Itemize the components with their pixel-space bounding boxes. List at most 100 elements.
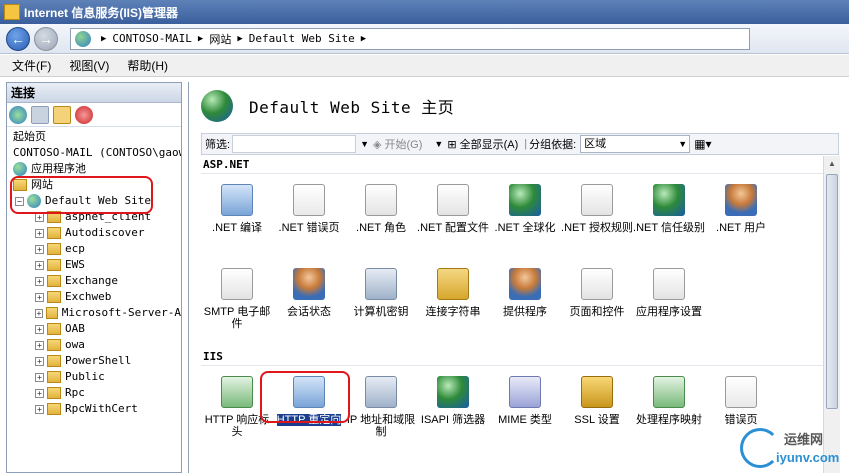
tree-child-8[interactable]: + owa xyxy=(7,337,181,353)
expand-icon[interactable]: + xyxy=(35,388,44,398)
feature-connection-string[interactable]: 连接字符串 xyxy=(417,264,489,348)
feature-trust[interactable]: .NET 信任级别 xyxy=(633,180,705,264)
breadcrumb[interactable]: ▶ CONTOSO-MAIL ▶ 网站 ▶ Default Web Site ▶ xyxy=(70,27,750,50)
ip-restrict-icon xyxy=(365,376,397,408)
feature-label: 计算机密钥 xyxy=(353,306,409,318)
group-by-select[interactable]: 区域 ▼ xyxy=(580,135,691,153)
connect-icon[interactable] xyxy=(9,105,27,124)
feature-label: .NET 配置文件 xyxy=(417,222,489,234)
expand-icon[interactable]: + xyxy=(35,340,44,350)
tree-start-page[interactable]: 起始页 xyxy=(7,129,181,145)
feature-roles[interactable]: .NET 角色 xyxy=(345,180,417,264)
feature-profile[interactable]: .NET 配置文件 xyxy=(417,180,489,264)
view-mode-icon[interactable]: ▦▾ xyxy=(694,137,711,151)
forward-button[interactable]: → xyxy=(34,26,58,51)
feature-ip-restrict[interactable]: IP 地址和域限制 xyxy=(345,372,417,456)
tree-child-2[interactable]: + ecp xyxy=(7,241,181,257)
disconnect-icon[interactable] xyxy=(75,105,93,124)
feature-machine-key[interactable]: 计算机密钥 xyxy=(345,264,417,348)
group-header-1[interactable]: IIS xyxy=(201,348,823,366)
feature-error-page[interactable]: .NET 错误页 xyxy=(273,180,345,264)
menu-help[interactable]: 帮助(H) xyxy=(127,57,168,74)
feature-handler[interactable]: 处理程序映射 xyxy=(633,372,705,456)
start-dropdown-icon[interactable]: ▼ xyxy=(434,139,443,149)
tree-child-9[interactable]: + PowerShell xyxy=(7,353,181,369)
ssl-icon xyxy=(581,376,613,408)
expand-icon[interactable]: + xyxy=(35,292,44,302)
connection-string-icon xyxy=(437,268,469,300)
feature-providers[interactable]: 提供程序 xyxy=(489,264,561,348)
menu-view[interactable]: 视图(V) xyxy=(69,57,109,74)
compile-icon xyxy=(221,184,253,216)
feature-authorization[interactable]: .NET 授权规则 xyxy=(561,180,633,264)
feature-label: 应用程序设置 xyxy=(636,306,702,318)
users-icon xyxy=(725,184,757,216)
tree-child-7[interactable]: + OAB xyxy=(7,321,181,337)
error-page-icon xyxy=(293,184,325,216)
tree-child-6[interactable]: + Microsoft-Server-A xyxy=(7,305,181,321)
site-globe-icon-large xyxy=(201,90,233,122)
expand-icon[interactable]: + xyxy=(35,244,44,254)
show-all-button[interactable]: ⊞ 全部显示(A) xyxy=(447,136,518,152)
watermark: 运维网 iyunv.com xyxy=(740,426,849,473)
feature-label: .NET 授权规则 xyxy=(561,222,633,234)
tree-child-10[interactable]: + Public xyxy=(7,369,181,385)
feature-globalization[interactable]: .NET 全球化 xyxy=(489,180,561,264)
watermark-logo-icon xyxy=(740,428,780,468)
tree-child-11[interactable]: + Rpc xyxy=(7,385,181,401)
feature-label: 会话状态 xyxy=(287,306,331,318)
folder-icon xyxy=(47,291,61,303)
menu-file[interactable]: 文件(F) xyxy=(12,57,51,74)
feature-isapi[interactable]: ISAPI 筛选器 xyxy=(417,372,489,456)
save-icon[interactable] xyxy=(31,105,49,124)
pages-controls-icon xyxy=(581,268,613,300)
up-folder-icon[interactable] xyxy=(53,105,71,124)
tree-app-pools[interactable]: 应用程序池 xyxy=(7,161,181,177)
window-title: Internet 信息服务(IIS)管理器 xyxy=(24,5,179,20)
feature-label: .NET 编译 xyxy=(212,222,262,234)
expand-icon[interactable]: + xyxy=(35,372,44,382)
back-button[interactable]: ← xyxy=(6,26,30,51)
scroll-up-icon[interactable]: ▲ xyxy=(824,156,840,172)
folder-icon xyxy=(47,323,61,335)
tree-child-12[interactable]: + RpcWithCert xyxy=(7,401,181,417)
feature-app-settings[interactable]: 应用程序设置 xyxy=(633,264,705,348)
feature-users[interactable]: .NET 用户 xyxy=(705,180,777,264)
tree-child-4[interactable]: + Exchange xyxy=(7,273,181,289)
handler-icon xyxy=(653,376,685,408)
feature-ssl[interactable]: SSL 设置 xyxy=(561,372,633,456)
group-header-0[interactable]: ASP.NET xyxy=(201,156,823,174)
expand-icon[interactable]: + xyxy=(35,308,43,318)
filter-input[interactable] xyxy=(232,135,357,153)
folder-icon xyxy=(47,259,61,271)
feature-list: ASP.NET .NET 编译 .NET 错误页 .NET 角色 .NET 配置文件 .N… xyxy=(201,156,823,473)
breadcrumb-site[interactable]: Default Web Site xyxy=(249,32,355,45)
expand-icon[interactable]: + xyxy=(35,260,44,270)
start-button[interactable]: ◈ 开始(G) xyxy=(373,136,422,152)
breadcrumb-sites[interactable]: 网站 xyxy=(209,31,231,47)
expand-icon[interactable]: + xyxy=(35,356,44,366)
authorization-icon xyxy=(581,184,613,216)
tree-child-5[interactable]: + Exchweb xyxy=(7,289,181,305)
feature-compile[interactable]: .NET 编译 xyxy=(201,180,273,264)
filter-dropdown-icon[interactable]: ▼ xyxy=(360,139,369,149)
tree-server[interactable]: CONTOSO-MAIL (CONTOSO\gaower xyxy=(7,145,181,161)
feature-session[interactable]: 会话状态 xyxy=(273,264,345,348)
scroll-thumb[interactable] xyxy=(826,174,838,409)
site-children: + aspnet_client + Autodiscover + ecp + EWS + Exch… xyxy=(7,209,181,417)
feature-pages-controls[interactable]: 页面和控件 xyxy=(561,264,633,348)
breadcrumb-server[interactable]: CONTOSO-MAIL xyxy=(112,32,191,45)
expand-icon[interactable]: + xyxy=(35,276,44,286)
expand-icon[interactable]: + xyxy=(35,324,44,334)
response-headers-icon xyxy=(221,376,253,408)
roles-icon xyxy=(365,184,397,216)
expand-icon[interactable]: + xyxy=(35,228,44,238)
connections-header: 连接 xyxy=(7,83,181,103)
feature-view: Default Web Site 主页 筛选: ▼ ◈ 开始(G) ▼ ⊞ 全部… xyxy=(188,82,849,473)
expand-icon[interactable]: + xyxy=(35,404,44,414)
tree-child-3[interactable]: + EWS xyxy=(7,257,181,273)
feature-mime[interactable]: MIME 类型 xyxy=(489,372,561,456)
feature-label: .NET 信任级别 xyxy=(633,222,705,234)
tree-child-1[interactable]: + Autodiscover xyxy=(7,225,181,241)
feature-smtp[interactable]: SMTP 电子邮件 xyxy=(201,264,273,348)
